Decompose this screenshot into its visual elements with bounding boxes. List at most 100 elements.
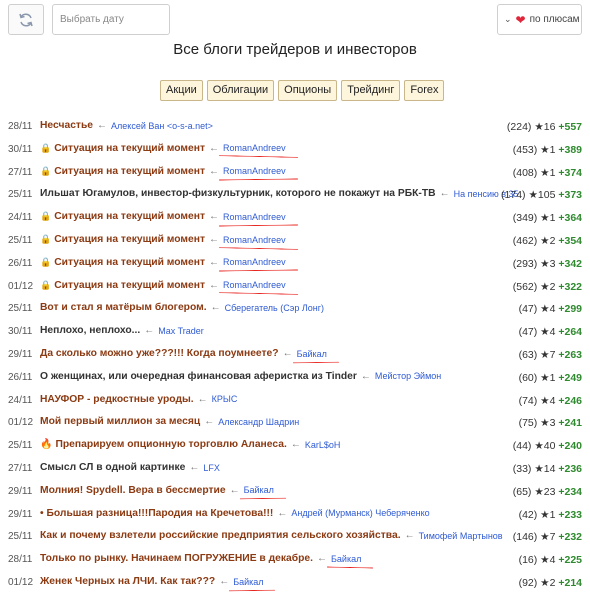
arrow-left-icon: ← (209, 165, 220, 177)
refresh-button[interactable] (8, 4, 44, 35)
post-stats: (224) ★16 +557 (507, 121, 582, 133)
post-title-link[interactable]: Несчастье (40, 120, 93, 131)
favorites-count: ★1 (540, 212, 559, 225)
post-title-link[interactable]: Ильшат Югамулов, инвестор-физкультурник,… (40, 188, 436, 199)
favorites-count: ★7 (540, 349, 559, 361)
list-item: 28/11 Только по рынку. Начинаем ПОГРУЖЕНИ… (0, 549, 590, 571)
post-date: 24/11 (8, 394, 33, 406)
author-link[interactable]: Тимофей Мартынов (419, 531, 503, 541)
author-link[interactable]: Байкал (327, 554, 374, 569)
list-item: 26/11 О женщинах, или очередная финансова… (0, 367, 590, 389)
tab-options[interactable]: Опционы (278, 80, 338, 101)
author-link[interactable]: Сберегатель (Сэр Лонг) (225, 303, 324, 313)
author-link[interactable]: RomanAndreev (219, 235, 298, 250)
post-stats: (33) ★14 +236 (513, 463, 582, 475)
post-title-link[interactable]: Да сколько можно уже???!!! Когда поумнее… (40, 348, 279, 359)
post-title-link[interactable]: Женек Черных на ЛЧИ. Как так??? (40, 576, 215, 587)
post-date: 26/11 (8, 257, 33, 269)
date-picker-input[interactable]: Выбрать дату (52, 4, 170, 35)
favorites-count: ★1 (540, 143, 559, 156)
author-link[interactable]: RomanAndreev (219, 212, 298, 227)
author-link[interactable]: KarL$oH (305, 440, 341, 450)
author-link[interactable]: Max Trader (158, 326, 204, 336)
post-title-link[interactable]: Мой первый миллион за месяц (40, 416, 200, 427)
author-link[interactable]: RomanAndreev (219, 280, 298, 295)
author-link[interactable]: КРЫС (212, 394, 238, 404)
plus-count: +241 (558, 417, 582, 430)
favorites-count: ★2 (540, 577, 559, 589)
arrow-left-icon: ← (97, 120, 108, 131)
sort-dropdown[interactable]: ⌄ ❤ по плюсам (497, 4, 582, 35)
post-date: 28/11 (8, 554, 33, 566)
list-item: 25/11 Ильшат Югамулов, инвестор-физкульту… (0, 184, 590, 206)
author-link[interactable]: LFX (203, 463, 220, 473)
post-title-link[interactable]: Ситуация на текущий момент (54, 257, 205, 268)
list-item: 30/11 🔒 Ситуация на текущий момент ← RomanAn… (0, 139, 590, 161)
plus-count: +364 (558, 212, 582, 225)
comment-count: (146) (512, 531, 541, 544)
favorites-count: ★4 (540, 394, 559, 407)
author-link[interactable]: Андрей (Мурманск) Чеберяченко (291, 508, 429, 518)
post-title-link[interactable]: Ситуация на текущий момент (54, 234, 205, 245)
tab-forex[interactable]: Forex (404, 80, 445, 101)
post-title-link[interactable]: Смысл СЛ в одной картинке (40, 462, 185, 473)
comment-count: (16) (518, 554, 541, 567)
favorites-count: ★2 (540, 235, 559, 247)
plus-count: +354 (558, 235, 582, 247)
post-title-link[interactable]: НАУФОР - редкостные уроды. (40, 394, 194, 405)
post-title-link[interactable]: Ситуация на текущий момент (54, 280, 205, 291)
tab-bonds[interactable]: Облигации (206, 80, 275, 101)
post-body: Вот и стал я матёрым блогером. ← Сберегате… (40, 302, 324, 313)
author-link[interactable]: Байкал (239, 485, 286, 500)
post-date: 29/11 (8, 485, 33, 497)
red-underline-mark (219, 292, 298, 295)
favorites-count: ★4 (540, 554, 559, 567)
post-title-link[interactable]: О женщинах, или очередная финансовая афе… (40, 371, 357, 382)
chevron-down-icon: ⌄ (504, 14, 512, 24)
author-link[interactable]: Алексей Ван <o-s-a.net> (111, 121, 213, 131)
plus-count: +373 (558, 189, 582, 202)
favorites-count: ★1 (540, 166, 559, 179)
plus-count: +246 (558, 394, 582, 407)
post-stats: (174) ★105 +373 (501, 189, 582, 201)
post-body: Мой первый миллион за месяц ← Александр Ша… (40, 416, 299, 427)
tab-stocks[interactable]: Акции (160, 80, 203, 101)
author-link[interactable]: Мейстор Эймон (375, 371, 441, 381)
post-title-link[interactable]: Молния! Spydell. Вера в бессмертие (40, 485, 226, 496)
post-stats: (60) ★1 +249 (519, 372, 582, 384)
post-title-link[interactable]: Ситуация на текущий момент (54, 211, 205, 222)
tab-trading[interactable]: Трейдинг (341, 80, 401, 101)
favorites-count: ★4 (540, 326, 559, 339)
author-link[interactable]: Байкал (292, 349, 339, 363)
favorites-count: ★105 (528, 189, 559, 202)
post-body: 🔒 Ситуация на текущий момент ← RomanAndreev (40, 234, 298, 250)
post-title-link[interactable]: • Большая разница!!!Пародия на Кречетова… (40, 508, 273, 519)
list-item: 26/11 🔒 Ситуация на текущий момент ← RomanAn… (0, 253, 590, 275)
post-date: 25/11 (8, 235, 33, 246)
comment-count: (74) (518, 394, 541, 407)
red-underline-mark (219, 155, 298, 159)
post-stats: (65) ★23 +234 (513, 486, 582, 498)
post-title-link[interactable]: Вот и стал я матёрым блогером. (40, 302, 207, 313)
list-item: 24/11 НАУФОР - редкостные уроды. ← КРЫС (74)… (0, 390, 590, 412)
post-title-link[interactable]: Ситуация на текущий момент (54, 143, 205, 154)
red-underline-mark (219, 269, 298, 272)
post-stats: (408) ★1 +374 (513, 167, 582, 179)
author-link[interactable]: RomanAndreev (219, 257, 298, 272)
author-link[interactable]: Александр Шадрин (218, 417, 299, 427)
post-title-link[interactable]: Ситуация на текущий момент (54, 166, 205, 177)
post-date: 25/11 (8, 531, 33, 543)
post-title-link[interactable]: Как и почему взлетели российские предпри… (40, 530, 401, 541)
list-item: 28/11 Несчастье ← Алексей Ван <o-s-a.net> (2… (0, 116, 590, 138)
author-link[interactable]: RomanAndreev (219, 166, 298, 181)
comment-count: (408) (512, 166, 541, 179)
post-title-link[interactable]: Неплохо, неплохо... (40, 325, 140, 336)
favorites-count: ★3 (540, 257, 559, 270)
post-title-link[interactable]: Только по рынку. Начинаем ПОГРУЖЕНИЕ в д… (40, 553, 313, 564)
author-link[interactable]: RomanAndreev (219, 143, 298, 159)
post-title-link[interactable]: Препарируем опционную торговлю Аланеса. (55, 439, 286, 450)
favorites-count: ★1 (540, 371, 559, 384)
comment-count: (44) (512, 440, 535, 453)
post-body: НАУФОР - редкостные уроды. ← КРЫС (40, 394, 237, 405)
author-link[interactable]: Байкал (229, 577, 276, 591)
